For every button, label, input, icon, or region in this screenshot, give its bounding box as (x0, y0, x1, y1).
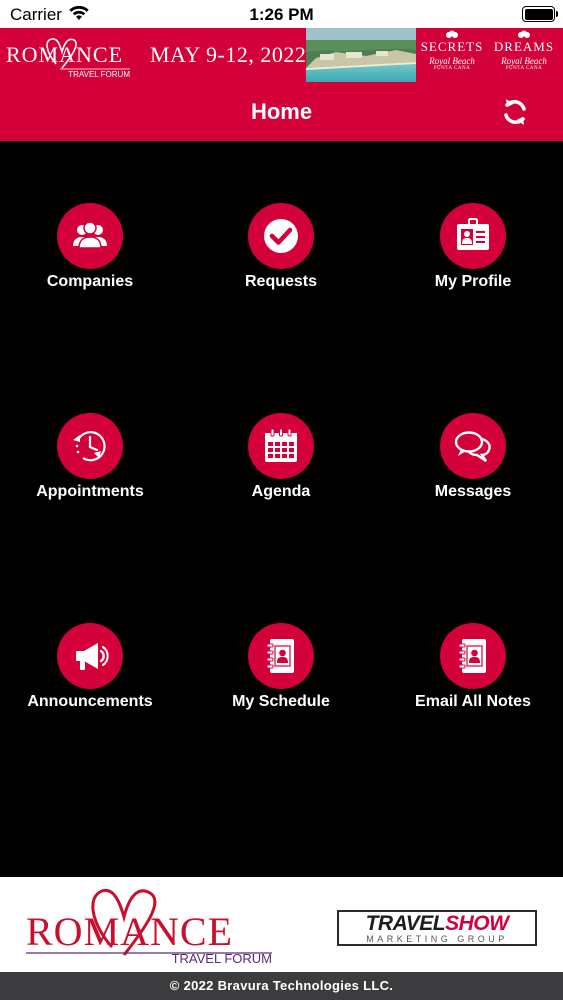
companies-button[interactable]: Companies (0, 203, 180, 323)
calendar-icon (265, 428, 297, 462)
dreams-flower-icon (518, 30, 530, 38)
battery-icon (522, 6, 558, 22)
announcements-button[interactable]: Announcements (0, 623, 180, 743)
status-bar: Carrier 1:26 PM (0, 0, 563, 28)
my-profile-button[interactable]: My Profile (383, 203, 563, 323)
page-title: Home (250, 99, 313, 124)
copyright-text: © 2022 Bravura Technologies LLC. (0, 972, 563, 1000)
agenda-button[interactable]: Agenda (191, 413, 371, 533)
id-badge-icon (457, 218, 489, 250)
romance-travel-forum-footer-logo: ROMANCE TRAVEL FORUM (26, 888, 272, 965)
status-time: 1:26 PM (249, 5, 314, 24)
dreams-logo: DREAMS Royal Beach PUNTA CANA (488, 30, 560, 71)
secrets-flower-icon (446, 30, 458, 38)
megaphone-icon (76, 643, 109, 670)
messages-label: Messages (434, 483, 512, 500)
agenda-label: Agenda (251, 483, 311, 500)
appointments-label: Appointments (36, 483, 144, 500)
my-profile-label: My Profile (434, 273, 512, 290)
people-group-icon (73, 221, 107, 249)
event-dates: MAY 9-12, 2022 (150, 42, 307, 67)
checkmark-circle-icon (264, 219, 298, 253)
sponsor-footer: ROMANCE TRAVEL FORUM TRAVELSHOW MARKETIN… (0, 877, 563, 972)
messages-button[interactable]: Messages (383, 413, 563, 533)
my-schedule-button[interactable]: My Schedule (191, 623, 371, 743)
home-menu-grid: Companies Requests My Profile Appointmen… (0, 141, 563, 877)
romance-travel-forum-logo: ROMANCE TRAVEL FORUM (6, 38, 130, 78)
my-schedule-label: My Schedule (232, 693, 330, 710)
clock-history-icon (73, 431, 106, 462)
requests-button[interactable]: Requests (191, 203, 371, 323)
svg-text:TRAVEL FORUM: TRAVEL FORUM (68, 70, 130, 78)
contact-book-icon (458, 639, 486, 673)
event-banner: ROMANCE TRAVEL FORUM MAY 9-12, 2022 SECR… (0, 28, 563, 82)
travelshow-marketing-logo: TRAVELSHOW MARKETING GROUP (337, 910, 537, 946)
address-book-icon (266, 639, 294, 673)
resort-photo (306, 28, 416, 82)
nav-header: Home (0, 82, 563, 141)
announcements-label: Announcements (27, 693, 153, 710)
email-all-notes-label: Email All Notes (415, 693, 531, 710)
email-all-notes-button[interactable]: Email All Notes (383, 623, 563, 743)
refresh-icon[interactable] (499, 96, 531, 128)
appointments-button[interactable]: Appointments (0, 413, 180, 533)
chat-bubbles-icon (454, 431, 491, 462)
requests-label: Requests (244, 273, 318, 290)
companies-label: Companies (46, 273, 134, 290)
secrets-logo: SECRETS Royal Beach PUNTA CANA (418, 30, 486, 71)
svg-text:TRAVEL FORUM: TRAVEL FORUM (172, 951, 272, 965)
